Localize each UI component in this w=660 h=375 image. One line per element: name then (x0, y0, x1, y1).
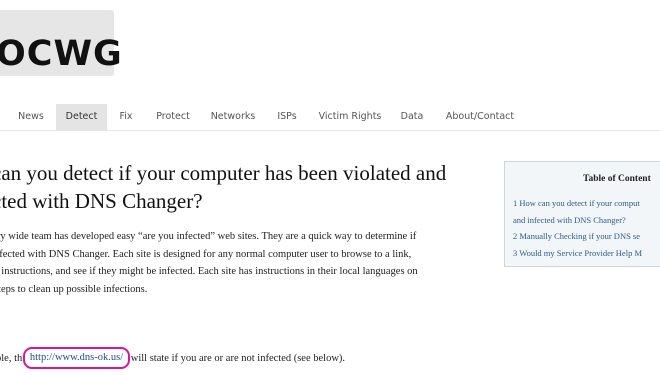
nav-about-contact[interactable]: About/Contact (442, 104, 518, 130)
toc-item-3[interactable]: 3 Would my Service Provider Help M (513, 245, 642, 262)
table-of-contents: Table of Content 1 How can you detect if… (504, 161, 660, 267)
headline-line-2: cted with DNS Changer? (0, 189, 203, 213)
toc-list: 1 How can you detect if your comput and … (513, 195, 642, 261)
headline-line-1: can you detect if your computer has been… (0, 161, 447, 185)
nav-detect[interactable]: Detect (56, 104, 107, 130)
dns-ok-link[interactable]: http://www.dns-ok.us/ (22, 347, 131, 369)
example-line: ple, th http://www.dns-ok.us/ will state… (0, 347, 346, 370)
para-line: steps to clean up possible infections. (0, 283, 148, 295)
nav-isps[interactable]: ISPs (272, 104, 302, 130)
nav-networks[interactable]: Networks (207, 104, 259, 130)
example-suffix: will state if you are or are not infecte… (130, 353, 346, 364)
nav-fix[interactable]: Fix (112, 104, 140, 130)
article-headline: can you detect if your computer has been… (0, 159, 482, 215)
nav-protect[interactable]: Protect (150, 104, 196, 130)
intro-paragraph: try wide team has developed easy “are yo… (0, 228, 492, 298)
para-line: try wide team has developed easy “are yo… (0, 231, 417, 242)
toc-title: Table of Content (583, 174, 651, 184)
para-line: nfected with DNS Changer. Each site is d… (0, 248, 412, 260)
example-prefix: ple, th (0, 353, 23, 364)
logo-banner[interactable]: OCWG (0, 10, 122, 76)
nav-data[interactable]: Data (396, 104, 428, 130)
nav-news[interactable]: News (15, 104, 47, 130)
nav-victim-rights[interactable]: Victim Rights (314, 104, 386, 130)
toc-item-2[interactable]: 2 Manually Checking if your DNS se (513, 228, 642, 245)
main-navigation: News Detect Fix Protect Networks ISPs Vi… (0, 104, 660, 131)
toc-item-1[interactable]: 1 How can you detect if your comput (513, 195, 642, 212)
site-logo: OCWG (0, 34, 123, 74)
toc-item-1-continued[interactable]: and infected with DNS Changer? (513, 212, 642, 229)
para-line: e instructions, and see if they might be… (0, 266, 418, 277)
